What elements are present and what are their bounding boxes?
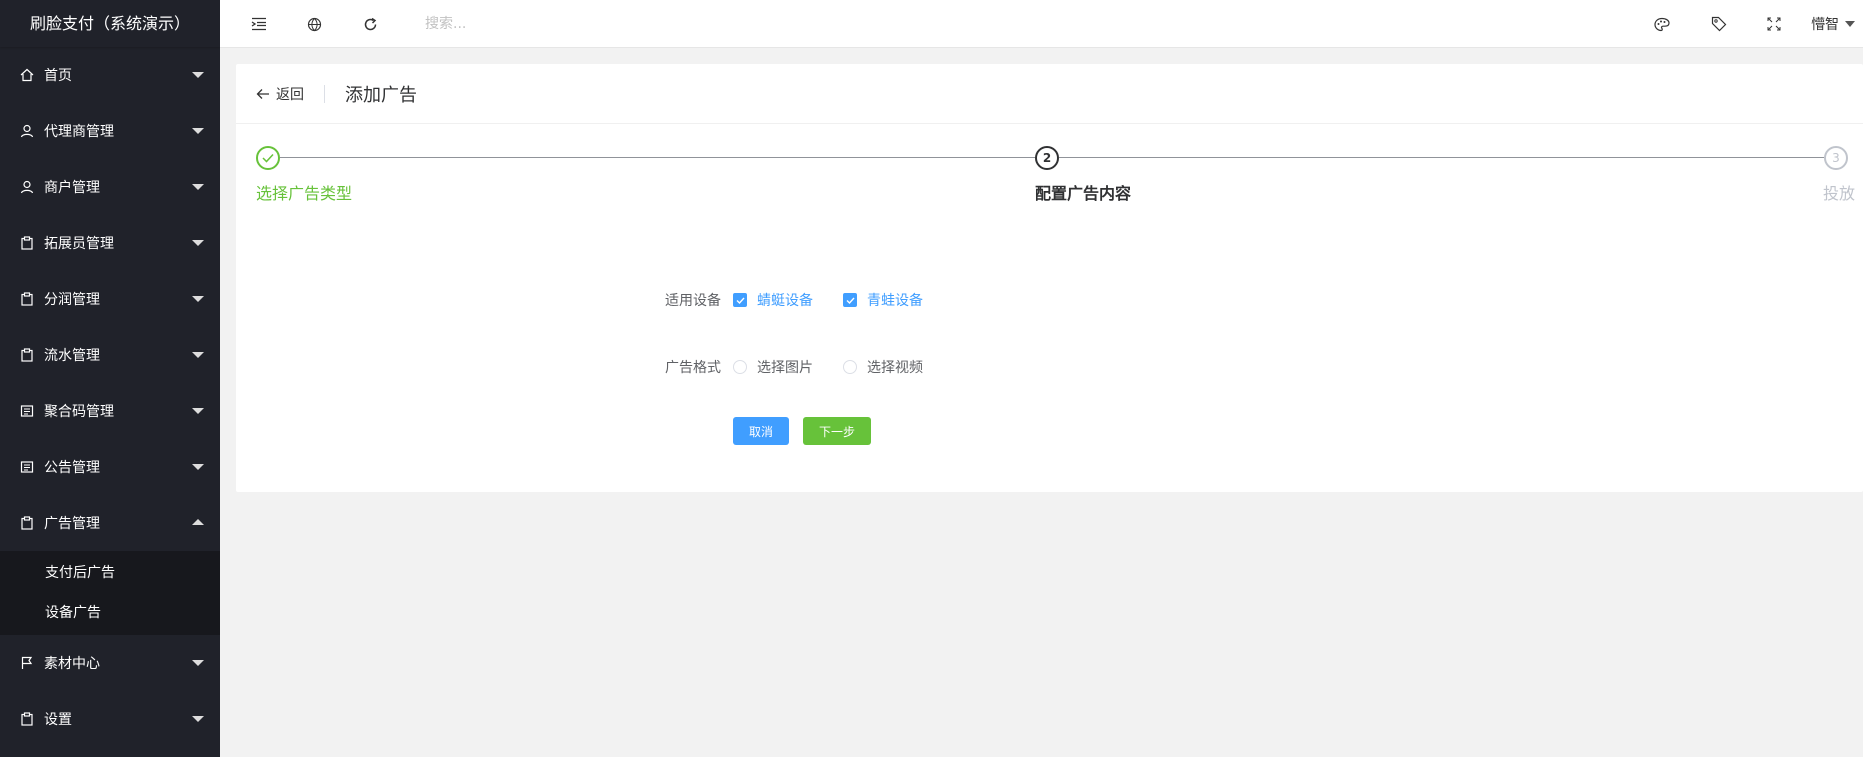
step-2-label: 配置广告内容 <box>1035 184 1132 203</box>
sidebar-item-label: 拓展员管理 <box>44 236 114 252</box>
format-video-label: 选择视频 <box>867 360 923 376</box>
home-icon <box>20 68 34 82</box>
back-label: 返回 <box>276 86 304 103</box>
brand-title: 刷脸支付（系统演示） <box>0 0 220 47</box>
sidebar-item-label: 聚合码管理 <box>44 404 114 420</box>
sidebar-item-label: 代理商管理 <box>44 124 114 140</box>
cancel-button[interactable]: 取消 <box>733 417 789 445</box>
sidebar-item-transactions[interactable]: 流水管理 <box>0 327 220 383</box>
fullscreen-icon[interactable] <box>1765 15 1783 33</box>
clipboard-icon <box>20 516 34 530</box>
checkbox-checked-icon <box>733 293 747 307</box>
device-dragonfly-checkbox[interactable]: 蜻蜓设备 <box>733 290 813 310</box>
sidebar-item-label: 商户管理 <box>44 180 100 196</box>
sidebar-subitem-device-ads[interactable]: 设备广告 <box>0 593 220 633</box>
device-frog-checkbox[interactable]: 青蛙设备 <box>843 290 923 310</box>
step-connector <box>1059 157 1824 158</box>
user-icon <box>20 180 34 194</box>
chevron-down-icon <box>192 660 204 666</box>
radio-unchecked-icon <box>733 360 747 374</box>
sidebar-item-label: 素材中心 <box>44 656 100 672</box>
step-connector <box>280 157 1035 158</box>
next-step-button[interactable]: 下一步 <box>803 417 871 445</box>
chevron-down-icon <box>192 72 204 78</box>
sidebar-item-merchants[interactable]: 商户管理 <box>0 159 220 215</box>
list-icon <box>20 460 34 474</box>
chevron-down-icon <box>192 240 204 246</box>
chevron-down-icon <box>192 184 204 190</box>
refresh-icon[interactable] <box>361 15 379 33</box>
header-divider <box>324 84 325 103</box>
chevron-down-icon <box>192 352 204 358</box>
ads-submenu: 支付后广告 设备广告 <box>0 551 220 635</box>
top-header: 懵智 <box>220 0 1863 48</box>
step-3-number: 3 <box>1824 146 1848 170</box>
menu-toggle-icon[interactable] <box>250 15 268 33</box>
sidebar-subitem-payment-ads[interactable]: 支付后广告 <box>0 553 220 593</box>
clipboard-icon <box>20 712 34 726</box>
search-input[interactable] <box>425 12 665 36</box>
list-icon <box>20 404 34 418</box>
chevron-down-icon <box>1845 21 1855 27</box>
steps: 选择广告类型 2 配置广告内容 3 投放 <box>256 146 1855 206</box>
sidebar-item-label: 广告管理 <box>44 516 100 532</box>
format-video-radio[interactable]: 选择视频 <box>843 357 923 377</box>
sidebar-item-label: 设置 <box>44 712 72 728</box>
step-3-label: 投放 <box>1823 184 1856 203</box>
chevron-up-icon <box>192 519 204 525</box>
device-frog-label: 青蛙设备 <box>867 293 923 309</box>
chevron-down-icon <box>192 464 204 470</box>
back-button[interactable]: 返回 <box>256 84 304 104</box>
clipboard-icon <box>20 292 34 306</box>
user-menu[interactable]: 懵智 <box>1811 14 1855 34</box>
sidebar-item-label: 分润管理 <box>44 292 100 308</box>
theme-palette-icon[interactable] <box>1653 15 1671 33</box>
user-icon <box>20 124 34 138</box>
clipboard-icon <box>20 236 34 250</box>
sidebar-item-announcements[interactable]: 公告管理 <box>0 439 220 495</box>
checkbox-checked-icon <box>843 293 857 307</box>
sidebar-item-label: 流水管理 <box>44 348 100 364</box>
flag-icon <box>20 656 34 670</box>
sidebar-item-settings[interactable]: 设置 <box>0 691 220 747</box>
add-ad-card: 返回 添加广告 选择广告类型 2 配置广告内容 3 投放 适用设备 蜻蜓设备 青… <box>236 64 1863 492</box>
page-header: 返回 添加广告 <box>236 64 1863 124</box>
tag-icon[interactable] <box>1710 15 1728 33</box>
website-icon[interactable] <box>305 15 323 33</box>
chevron-down-icon <box>192 296 204 302</box>
chevron-down-icon <box>192 716 204 722</box>
user-name: 懵智 <box>1811 17 1839 33</box>
sidebar-item-aggregate-code[interactable]: 聚合码管理 <box>0 383 220 439</box>
device-dragonfly-label: 蜻蜓设备 <box>757 293 813 309</box>
radio-unchecked-icon <box>843 360 857 374</box>
format-label: 广告格式 <box>665 360 721 376</box>
step-1-check-icon <box>256 146 280 170</box>
format-row: 广告格式 选择图片 选择视频 <box>661 357 953 377</box>
sidebar-item-promoters[interactable]: 拓展员管理 <box>0 215 220 271</box>
arrow-left-icon <box>256 88 269 99</box>
format-image-label: 选择图片 <box>757 360 813 376</box>
chevron-down-icon <box>192 408 204 414</box>
sidebar: 刷脸支付（系统演示） 首页 代理商管理 商户管理 拓展员管理 分润管理 流水管理… <box>0 0 220 757</box>
step-1-label: 选择广告类型 <box>256 184 353 203</box>
sidebar-item-ads[interactable]: 广告管理 <box>0 495 220 551</box>
step-2-number: 2 <box>1035 146 1059 170</box>
sidebar-item-home[interactable]: 首页 <box>0 47 220 103</box>
sidebar-item-profit[interactable]: 分润管理 <box>0 271 220 327</box>
device-row: 适用设备 蜻蜓设备 青蛙设备 <box>661 290 953 310</box>
device-label: 适用设备 <box>665 293 721 309</box>
sidebar-item-materials[interactable]: 素材中心 <box>0 635 220 691</box>
format-image-radio[interactable]: 选择图片 <box>733 357 813 377</box>
sidebar-item-agents[interactable]: 代理商管理 <box>0 103 220 159</box>
sidebar-item-label: 首页 <box>44 68 72 84</box>
chevron-down-icon <box>192 128 204 134</box>
page-title: 添加广告 <box>345 84 417 106</box>
clipboard-icon <box>20 348 34 362</box>
sidebar-item-label: 公告管理 <box>44 460 100 476</box>
